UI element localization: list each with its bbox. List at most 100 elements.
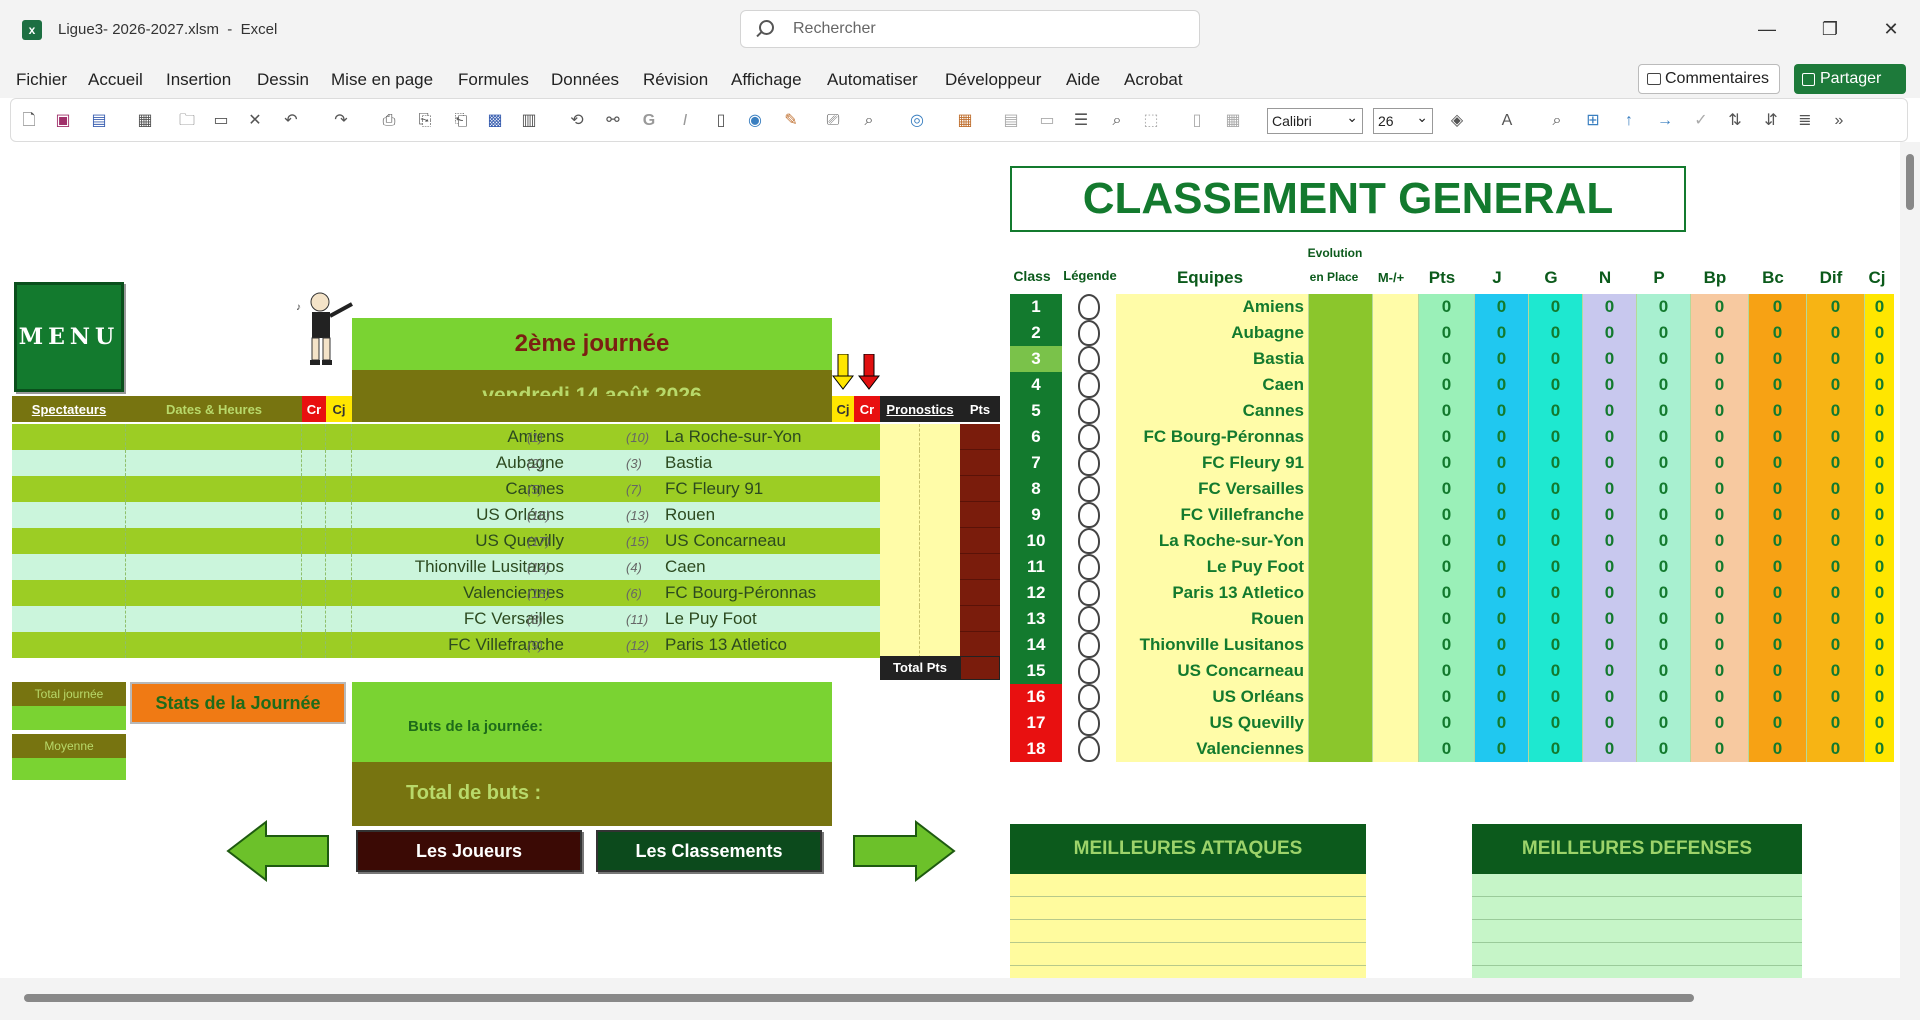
cell-icon[interactable]: ▯ [1187, 111, 1207, 131]
standings-row[interactable]: 4 Caen 0 0 0 0 0 0 0 0 0 [1010, 372, 1894, 398]
redo-icon[interactable]: ↷ [331, 111, 351, 131]
image-icon[interactable]: ▩ [485, 111, 505, 131]
sort-asc-icon[interactable]: ⇅ [1725, 111, 1745, 131]
match-row[interactable]: FC Villefranche (9) (12) Paris 13 Atletico [12, 632, 1000, 658]
classements-button[interactable]: Les Classements [596, 830, 822, 872]
standings-row[interactable]: 8 FC Versailles 0 0 0 0 0 0 0 0 0 [1010, 476, 1894, 502]
standings-row[interactable]: 14 Thionville Lusitanos 0 0 0 0 0 0 0 0 0 [1010, 632, 1894, 658]
tab-formules[interactable]: Formules [458, 70, 529, 90]
italic-icon[interactable]: I [675, 111, 695, 131]
hierarchy-icon[interactable]: ⊞ [1583, 111, 1603, 131]
find-icon[interactable]: ⌕ [1107, 111, 1127, 131]
back-icon[interactable]: ⟲ [567, 111, 587, 131]
open-folder-icon[interactable]: 🗀 [177, 111, 197, 131]
page-icon[interactable]: ▯ [711, 111, 731, 131]
frame-icon[interactable]: ⬚ [1141, 111, 1161, 131]
standings-row[interactable]: 11 Le Puy Foot 0 0 0 0 0 0 0 0 0 [1010, 554, 1894, 580]
vertical-scroll-thumb[interactable] [1906, 154, 1914, 210]
match-row[interactable]: Valenciennes (18) (6) FC Bourg-Péronnas [12, 580, 1000, 606]
table-icon[interactable]: ▥ [519, 111, 539, 131]
arrow-up-icon[interactable]: ↑ [1619, 111, 1639, 131]
worksheet[interactable]: MENU ♪ 2ème journée vendredi 14 août 202… [0, 142, 1900, 978]
font-select[interactable]: Calibri [1267, 105, 1363, 134]
standings-row[interactable]: 15 US Concarneau 0 0 0 0 0 0 0 0 0 [1010, 658, 1894, 684]
merge-icon[interactable]: ▤ [1001, 111, 1021, 131]
camera-icon[interactable]: ⎚ [823, 111, 843, 131]
tab-acrobat[interactable]: Acrobat [1124, 70, 1183, 90]
tab-donnees[interactable]: Données [551, 70, 619, 90]
zoom-icon[interactable]: ⌕ [859, 111, 879, 131]
standings-row[interactable]: 17 US Quevilly 0 0 0 0 0 0 0 0 0 [1010, 710, 1894, 736]
bold-icon[interactable]: G [639, 111, 659, 131]
font-color-icon[interactable]: A [1497, 111, 1517, 131]
standings-row[interactable]: 9 FC Villefranche 0 0 0 0 0 0 0 0 0 [1010, 502, 1894, 528]
font-size-select[interactable]: 26 [1373, 105, 1433, 134]
match-row[interactable]: Thionville Lusitanos (14) (4) Caen [12, 554, 1000, 580]
new-file-icon[interactable]: 🗋 [19, 111, 39, 131]
tab-affichage[interactable]: Affichage [731, 70, 802, 90]
standings-row[interactable]: 3 Bastia 0 0 0 0 0 0 0 0 0 [1010, 346, 1894, 372]
match-row[interactable]: Aubagne (2) (3) Bastia [12, 450, 1000, 476]
tab-developpeur[interactable]: Développeur [945, 70, 1041, 90]
tab-aide[interactable]: Aide [1066, 70, 1100, 90]
standings-row[interactable]: 18 Valenciennes 0 0 0 0 0 0 0 0 0 [1010, 736, 1894, 762]
share-button[interactable]: Partager [1794, 64, 1906, 94]
grid-icon[interactable]: ▦ [135, 111, 155, 131]
folder-icon[interactable]: ▭ [211, 111, 231, 131]
fill-color-icon[interactable]: ◈ [1447, 111, 1467, 131]
more-icon[interactable]: » [1829, 111, 1849, 131]
tab-revision[interactable]: Révision [643, 70, 708, 90]
arrow-right-icon[interactable]: → [1655, 111, 1675, 131]
standings-row[interactable]: 6 FC Bourg-Péronnas 0 0 0 0 0 0 0 0 0 [1010, 424, 1894, 450]
stats-journee-button[interactable]: Stats de la Journée [130, 682, 346, 724]
tab-accueil[interactable]: Accueil [88, 70, 143, 90]
print-icon[interactable]: ⎙ [379, 111, 399, 131]
vertical-scrollbar[interactable] [1900, 142, 1920, 978]
horizontal-scrollbar[interactable] [0, 978, 1920, 1020]
format-painter-icon[interactable]: ✎ [781, 111, 801, 131]
match-row[interactable]: US Orléans (16) (13) Rouen [12, 502, 1000, 528]
close-file-icon[interactable]: ✕ [245, 111, 265, 131]
link-icon[interactable]: ⚯ [603, 111, 623, 131]
search-box[interactable]: Rechercher [740, 10, 1200, 48]
standings-row[interactable]: 10 La Roche-sur-Yon 0 0 0 0 0 0 0 0 0 [1010, 528, 1894, 554]
tab-automatiser[interactable]: Automatiser [827, 70, 918, 90]
horizontal-scroll-thumb[interactable] [24, 994, 1694, 1002]
comments-button[interactable]: Commentaires [1638, 64, 1780, 94]
spellcheck-icon[interactable]: ✓ [1691, 111, 1711, 131]
sort-desc-icon[interactable]: ⇵ [1761, 111, 1781, 131]
save-icon[interactable]: ▣ [53, 111, 73, 131]
globe-icon[interactable]: ◉ [745, 111, 765, 131]
page-setup-icon[interactable]: ⎗ [451, 111, 471, 131]
undo-icon[interactable]: ↶ [281, 111, 301, 131]
save-as-icon[interactable]: ▤ [89, 111, 109, 131]
prev-arrow-icon[interactable] [226, 819, 330, 883]
standings-row[interactable]: 5 Cannes 0 0 0 0 0 0 0 0 0 [1010, 398, 1894, 424]
menu-button[interactable]: MENU [14, 282, 124, 392]
tab-insertion[interactable]: Insertion [166, 70, 231, 90]
print-preview-icon[interactable]: ⎘ [415, 111, 435, 131]
restore-icon[interactable]: ❐ [1815, 14, 1845, 44]
standings-row[interactable]: 16 US Orléans 0 0 0 0 0 0 0 0 0 [1010, 684, 1894, 710]
borders-icon[interactable]: ▦ [1223, 111, 1243, 131]
shape-icon[interactable]: ◎ [907, 111, 927, 131]
match-row[interactable]: Amiens (1) (10) La Roche-sur-Yon [12, 424, 1000, 450]
next-arrow-icon[interactable] [852, 819, 956, 883]
close-icon[interactable]: ✕ [1876, 14, 1906, 44]
match-row[interactable]: Cannes (5) (7) FC Fleury 91 [12, 476, 1000, 502]
standings-row[interactable]: 13 Rouen 0 0 0 0 0 0 0 0 0 [1010, 606, 1894, 632]
joueurs-button[interactable]: Les Joueurs [356, 830, 582, 872]
standings-row[interactable]: 1 Amiens 0 0 0 0 0 0 0 0 0 [1010, 294, 1894, 320]
tab-fichier[interactable]: Fichier [16, 70, 67, 90]
filter-icon[interactable]: ≣ [1795, 111, 1815, 131]
match-row[interactable]: FC Versailles (8) (11) Le Puy Foot [12, 606, 1000, 632]
minimize-icon[interactable]: — [1752, 14, 1782, 44]
wrap-icon[interactable]: ▭ [1037, 111, 1057, 131]
search-tool-icon[interactable]: ⌕ [1547, 111, 1567, 131]
standings-row[interactable]: 12 Paris 13 Atletico 0 0 0 0 0 0 0 0 0 [1010, 580, 1894, 606]
standings-row[interactable]: 2 Aubagne 0 0 0 0 0 0 0 0 0 [1010, 320, 1894, 346]
match-row[interactable]: US Quevilly (17) (15) US Concarneau [12, 528, 1000, 554]
standings-row[interactable]: 7 FC Fleury 91 0 0 0 0 0 0 0 0 0 [1010, 450, 1894, 476]
rows-icon[interactable]: ☰ [1071, 111, 1091, 131]
tab-mise-en-page[interactable]: Mise en page [331, 70, 433, 90]
